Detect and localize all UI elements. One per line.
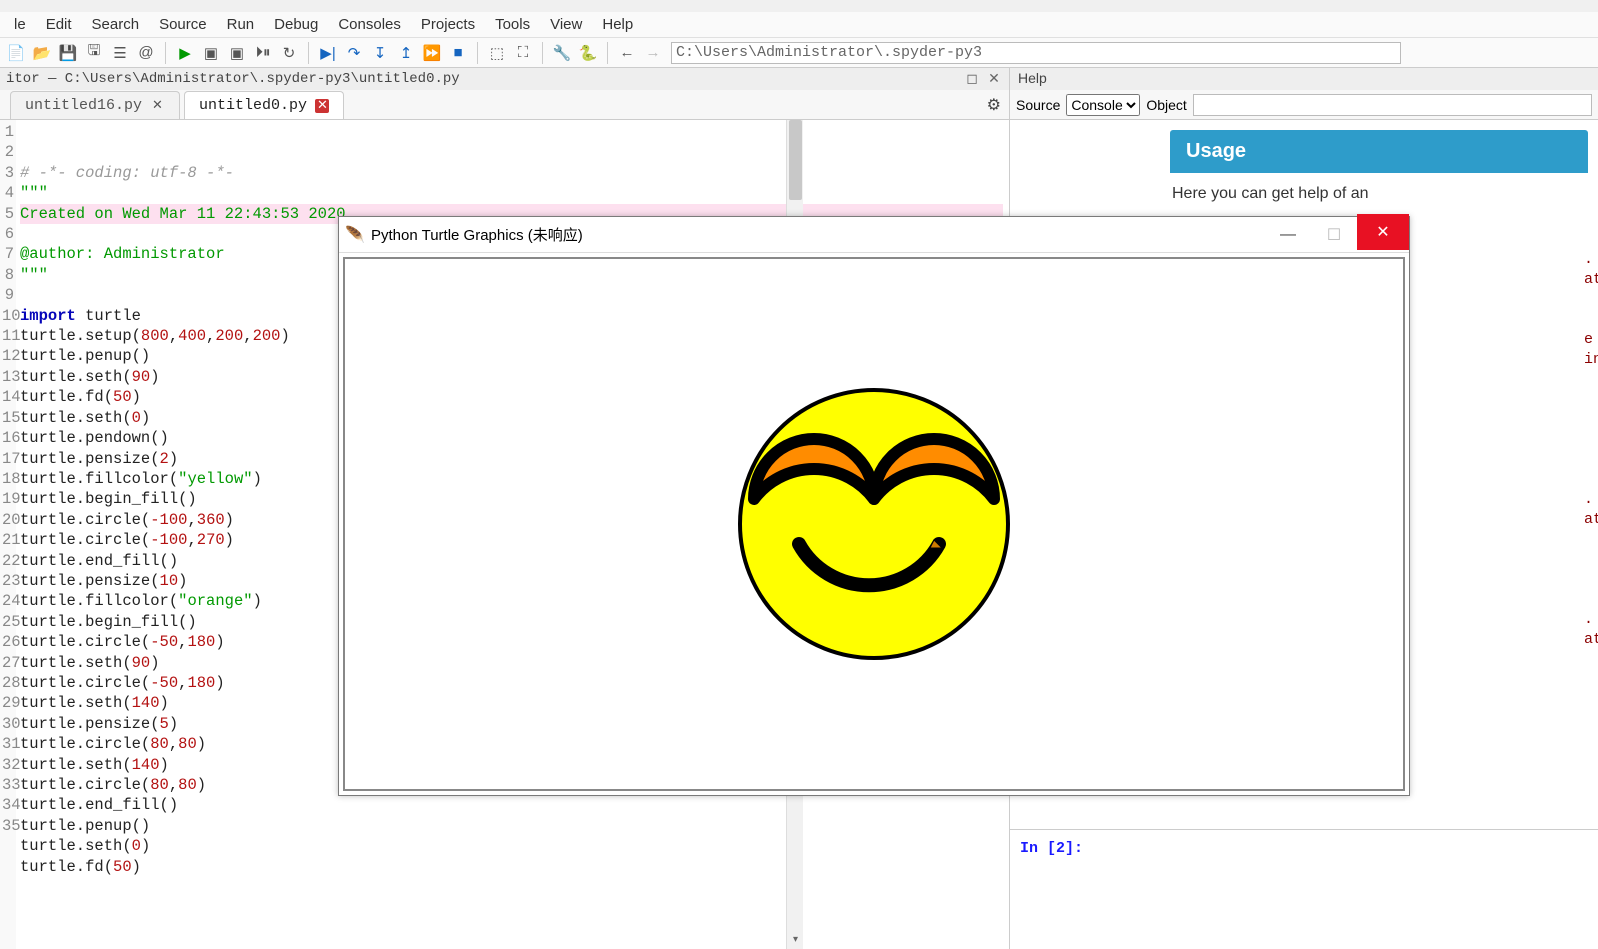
forward-icon[interactable]: → [641, 41, 665, 65]
editor-tabbar: untitled16.py ✕ untitled0.py ✕ ⚙ [0, 90, 1009, 120]
console-fragment: In [2]: [1010, 829, 1598, 949]
menu-projects[interactable]: Projects [411, 12, 485, 37]
main-toolbar: 📄 📂 💾 🖫 ☰ @ ▶ ▣ ▣ ⏵⏸ ↻ ▶| ↷ ↧ ↥ ⏩ ■ ⬚ ⛶ … [0, 38, 1598, 68]
separator [477, 42, 478, 64]
separator [542, 42, 543, 64]
menu-source[interactable]: Source [149, 12, 217, 37]
code-line[interactable]: turtle.fd(50) [20, 857, 1003, 877]
continue-icon[interactable]: ⏩ [420, 41, 444, 65]
step-over-icon[interactable]: ↷ [342, 41, 366, 65]
tab-close-icon[interactable]: ✕ [150, 98, 165, 113]
menu-edit[interactable]: Edit [36, 12, 82, 37]
console-prompt[interactable]: In [2]: [1020, 840, 1083, 857]
help-controls: Source Console Object [1010, 90, 1598, 120]
python-feather-icon: 🪶 [345, 225, 365, 245]
undock-icon[interactable]: ◻ [963, 71, 981, 88]
run-cell-icon[interactable]: ▣ [199, 41, 223, 65]
usage-heading: Usage [1170, 130, 1588, 173]
maximize-button[interactable]: ☐ [1311, 220, 1357, 250]
object-input[interactable] [1193, 94, 1592, 116]
menu-run[interactable]: Run [217, 12, 265, 37]
smiley-drawing [734, 384, 1014, 664]
app-titlebar [0, 0, 1598, 12]
run-selection-icon[interactable]: ⏵⏸ [251, 41, 275, 65]
new-file-icon[interactable]: 📄 [4, 41, 28, 65]
list-icon[interactable]: ☰ [108, 41, 132, 65]
menu-debug[interactable]: Debug [264, 12, 328, 37]
close-panel-icon[interactable]: ✕ [985, 71, 1003, 88]
menu-consoles[interactable]: Consoles [328, 12, 411, 37]
step-into-icon[interactable]: ↧ [368, 41, 392, 65]
line-gutter: 1 2 3 4 5 6 7 8 9 10 11 12 13 14 15 16 1… [0, 120, 16, 949]
code-line[interactable]: turtle.seth(0) [20, 836, 1003, 856]
save-all-icon[interactable]: 🖫 [82, 41, 106, 65]
debug-icon[interactable]: ▶| [316, 41, 340, 65]
menu-le[interactable]: le [4, 12, 36, 37]
source-label: Source [1016, 97, 1060, 113]
console-slice: .atein.at.at [1584, 250, 1598, 650]
code-line[interactable]: turtle.end_fill() [20, 795, 1003, 815]
step-out-icon[interactable]: ↥ [394, 41, 418, 65]
tab-label: untitled0.py [199, 97, 307, 114]
editor-options-icon[interactable]: ⚙ [987, 95, 1001, 115]
tab-untitled16-py[interactable]: untitled16.py ✕ [10, 91, 180, 119]
tab-label: untitled16.py [25, 97, 142, 114]
editor-title-text: itor — C:\Users\Administrator\.spyder-py… [6, 71, 460, 87]
menu-search[interactable]: Search [82, 12, 150, 37]
maximize-pane-icon[interactable]: ⬚ [485, 41, 509, 65]
save-icon[interactable]: 💾 [56, 41, 80, 65]
workdir-input[interactable] [671, 42, 1401, 64]
run-icon[interactable]: ▶ [173, 41, 197, 65]
tab-close-icon[interactable]: ✕ [315, 99, 329, 113]
menubar: leEditSearchSourceRunDebugConsolesProjec… [0, 12, 1598, 38]
code-line[interactable]: turtle.penup() [20, 816, 1003, 836]
open-file-icon[interactable]: 📂 [30, 41, 54, 65]
preferences-icon[interactable]: 🔧 [550, 41, 574, 65]
usage-text: Here you can get help of an [1170, 173, 1588, 215]
python-path-icon[interactable]: 🐍 [576, 41, 600, 65]
at-icon[interactable]: @ [134, 41, 158, 65]
help-panel-title: Help [1010, 68, 1598, 90]
fullscreen-icon[interactable]: ⛶ [511, 41, 535, 65]
tab-untitled0-py[interactable]: untitled0.py ✕ [184, 91, 344, 119]
close-button[interactable]: ✕ [1357, 214, 1409, 250]
menu-tools[interactable]: Tools [485, 12, 540, 37]
separator [308, 42, 309, 64]
separator [165, 42, 166, 64]
turtle-window-title: Python Turtle Graphics (未响应) [371, 224, 583, 245]
turtle-window-titlebar[interactable]: 🪶 Python Turtle Graphics (未响应) — ☐ ✕ [339, 217, 1409, 253]
menu-help[interactable]: Help [592, 12, 643, 37]
back-icon[interactable]: ← [615, 41, 639, 65]
turtle-graphics-window[interactable]: 🪶 Python Turtle Graphics (未响应) — ☐ ✕ [338, 216, 1410, 796]
source-select[interactable]: Console [1066, 94, 1140, 116]
object-label: Object [1146, 97, 1186, 113]
separator [607, 42, 608, 64]
scrollbar-thumb[interactable] [789, 120, 802, 200]
turtle-canvas [343, 257, 1405, 791]
editor-title: itor — C:\Users\Administrator\.spyder-py… [0, 68, 1009, 90]
menu-view[interactable]: View [540, 12, 592, 37]
stop-debug-icon[interactable]: ■ [446, 41, 470, 65]
minimize-button[interactable]: — [1265, 220, 1311, 250]
rerun-icon[interactable]: ↻ [277, 41, 301, 65]
run-cell-next-icon[interactable]: ▣ [225, 41, 249, 65]
